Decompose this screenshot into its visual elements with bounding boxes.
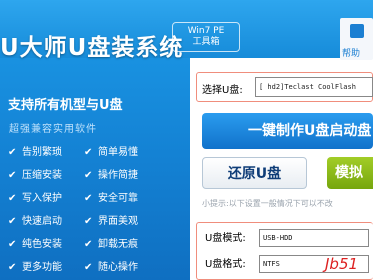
- feature-text: 操作简捷: [98, 170, 138, 181]
- usb-select-dropdown[interactable]: [ hd2]Teclast CoolFlash: [255, 77, 373, 97]
- win7-pe-badge: Win7 PE 工具箱: [172, 22, 240, 52]
- settings-hint: 小提示:以下设置一般情况下可以不改: [202, 199, 333, 208]
- help-button[interactable]: 帮助: [340, 18, 373, 60]
- badge-line2: 工具箱: [192, 37, 220, 47]
- feature-text: 纯色安装: [22, 239, 62, 250]
- check-icon: ✔: [84, 193, 93, 204]
- app-brand-title: U大师U盘装系统: [0, 35, 184, 61]
- check-icon: ✔: [84, 170, 93, 181]
- feature-text: 写入保护: [22, 193, 62, 204]
- feature-text: 安全可靠: [98, 193, 138, 204]
- usb-mode-row: U盘模式: USB-HDD: [205, 229, 369, 249]
- left-panel-title: 支持所有机型与U盘: [8, 98, 123, 113]
- feature-text: 告别繁琐: [22, 147, 62, 158]
- check-icon: ✔: [84, 216, 93, 227]
- feature-row: ✔ 更多功能 ✔ 随心操作: [8, 258, 188, 276]
- usb-select-label: 选择U盘:: [202, 85, 243, 96]
- watermark: Jb51: [325, 255, 359, 273]
- feature-row: ✔ 快速启动 ✔ 界面美观: [8, 212, 188, 230]
- badge-line1: Win7 PE: [187, 26, 225, 36]
- check-icon: ✔: [8, 262, 17, 273]
- usb-format-row: U盘格式: NTFS: [205, 255, 369, 275]
- help-label: 帮助: [342, 49, 361, 59]
- restore-usb-button[interactable]: 还原U盘: [202, 157, 307, 189]
- check-icon: ✔: [84, 262, 93, 273]
- one-click-make-button[interactable]: 一键制作U盘启动盘: [202, 113, 373, 149]
- usb-mode-select[interactable]: USB-HDD: [259, 229, 369, 247]
- feature-text: 简单易懂: [98, 147, 138, 158]
- check-icon: ✔: [8, 239, 17, 250]
- feature-row: ✔ 写入保护 ✔ 安全可靠: [8, 189, 188, 207]
- feature-row: ✔ 压缩安装 ✔ 操作简捷: [8, 166, 188, 184]
- help-icon: [350, 24, 364, 38]
- feature-text: 快速启动: [22, 216, 62, 227]
- feature-row: ✔ 纯色安装 ✔ 卸载无痕: [8, 235, 188, 253]
- left-panel-subtitle: 超强兼容实用软件: [9, 124, 97, 135]
- check-icon: ✔: [8, 193, 17, 204]
- feature-text: 界面美观: [98, 216, 138, 227]
- feature-row: ✔ 告别繁琐 ✔ 简单易懂: [8, 143, 188, 161]
- simulate-button[interactable]: 模拟: [327, 157, 373, 189]
- usb-mode-label: U盘模式:: [205, 233, 246, 244]
- check-icon: ✔: [84, 239, 93, 250]
- feature-text: 更多功能: [22, 262, 62, 273]
- check-icon: ✔: [8, 216, 17, 227]
- usb-format-label: U盘格式:: [205, 259, 246, 270]
- feature-text: 卸载无痕: [98, 239, 138, 250]
- check-icon: ✔: [8, 147, 17, 158]
- feature-text: 随心操作: [98, 262, 138, 273]
- feature-text: 压缩安装: [22, 170, 62, 181]
- check-icon: ✔: [84, 147, 93, 158]
- usb-select-row: 选择U盘: [ hd2]Teclast CoolFlash: [196, 72, 373, 102]
- check-icon: ✔: [8, 170, 17, 181]
